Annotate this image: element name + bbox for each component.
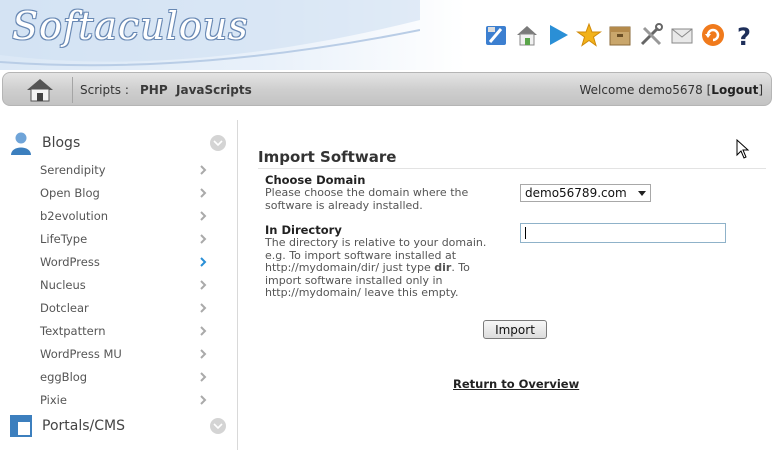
sidebar-item-b2evolution[interactable]: b2evolution <box>40 206 208 226</box>
chevron-right-icon <box>200 234 207 244</box>
help-icon[interactable]: ? <box>730 20 758 50</box>
sidebar-item-label: Nucleus <box>40 278 86 292</box>
top-toolbar: ? <box>482 20 758 50</box>
choose-domain-label: Choose Domain <box>265 173 366 187</box>
tools-icon[interactable] <box>482 20 510 50</box>
user-icon <box>11 132 31 155</box>
navigation-bar: Scripts : PHP JavaScripts Welcome demo56… <box>2 72 772 106</box>
sidebar-item-eggblog[interactable]: eggBlog <box>40 367 208 387</box>
directory-desc-text: . To <box>451 261 470 274</box>
chevron-right-icon <box>200 211 207 221</box>
mail-icon[interactable] <box>668 20 696 50</box>
chevron-right-icon <box>200 303 207 313</box>
domain-select-value: demo56789.com <box>525 186 627 200</box>
star-icon[interactable] <box>575 20 603 50</box>
box-icon[interactable] <box>606 20 634 50</box>
category-blogs[interactable]: Blogs <box>8 130 230 156</box>
window-icon <box>10 415 32 437</box>
chevron-right-icon <box>200 395 207 405</box>
category-label: Portals/CMS <box>42 418 125 434</box>
chevron-down-icon <box>638 191 646 196</box>
chevron-right-icon <box>200 280 207 290</box>
import-software-panel: Import Software Choose Domain Please cho… <box>258 148 768 391</box>
sidebar-item-label: b2evolution <box>40 209 109 223</box>
chevron-right-icon <box>200 165 207 175</box>
sidebar-item-label: WordPress <box>40 255 100 269</box>
chevron-right-icon <box>200 326 207 336</box>
collapse-icon[interactable] <box>210 135 226 151</box>
chevron-right-icon <box>200 349 207 359</box>
directory-input[interactable] <box>520 223 726 243</box>
category-portals-cms[interactable]: Portals/CMS <box>8 413 230 439</box>
sidebar: Blogs Serendipity Open Blog b2evolution … <box>0 120 238 450</box>
page-title: Import Software <box>258 148 766 169</box>
chevron-right-icon <box>200 188 207 198</box>
house-icon <box>27 78 53 101</box>
sidebar-item-wordpress[interactable]: WordPress <box>40 252 208 272</box>
wrench-screwdriver-icon[interactable] <box>637 20 665 50</box>
logout-link[interactable]: Logout <box>711 83 758 97</box>
sidebar-item-label: LifeType <box>40 232 88 246</box>
welcome-close-bracket: ] <box>758 83 763 97</box>
sidebar-item-label: Open Blog <box>40 186 100 200</box>
nav-link-php[interactable]: PHP <box>140 83 168 97</box>
directory-desc-line: http://mydomain/dir/ just type dir. To <box>265 261 505 275</box>
welcome-message: Welcome demo5678 [ <box>579 83 712 97</box>
sidebar-item-label: Dotclear <box>40 301 89 315</box>
sidebar-item-textpattern[interactable]: Textpattern <box>40 321 208 341</box>
domain-select[interactable]: demo56789.com <box>520 184 651 202</box>
in-directory-label: In Directory <box>265 223 342 237</box>
choose-domain-description: Please choose the domain where the softw… <box>265 186 469 212</box>
header: Softaculous ? <box>0 0 776 70</box>
chevron-right-active-icon <box>200 257 207 267</box>
refresh-icon[interactable] <box>699 20 727 50</box>
sidebar-item-wordpress-mu[interactable]: WordPress MU <box>40 344 208 364</box>
sidebar-item-serendipity[interactable]: Serendipity <box>40 160 208 180</box>
nav-link-javascripts[interactable]: JavaScripts <box>176 83 252 97</box>
nav-divider <box>72 77 73 103</box>
sidebar-item-nucleus[interactable]: Nucleus <box>40 275 208 295</box>
sidebar-item-lifetype[interactable]: LifeType <box>40 229 208 249</box>
collapse-icon[interactable] <box>210 418 226 434</box>
welcome-text: Welcome demo5678 [Logout] <box>580 83 763 97</box>
sidebar-item-pixie[interactable]: Pixie <box>40 390 208 410</box>
sidebar-item-label: WordPress MU <box>40 347 122 361</box>
category-label: Blogs <box>42 135 81 151</box>
scripts-label: Scripts : <box>80 83 129 97</box>
sidebar-item-label: Pixie <box>40 393 67 407</box>
sidebar-item-open-blog[interactable]: Open Blog <box>40 183 208 203</box>
directory-desc-bold: dir <box>434 261 452 274</box>
sidebar-item-label: Textpattern <box>40 324 106 338</box>
sidebar-item-dotclear[interactable]: Dotclear <box>40 298 208 318</box>
softaculous-logo[interactable]: Softaculous <box>12 4 249 48</box>
in-directory-description: The directory is relative to your domain… <box>265 236 505 300</box>
home-icon[interactable] <box>513 20 541 50</box>
return-to-overview-link[interactable]: Return to Overview <box>453 377 579 391</box>
chevron-right-icon <box>200 372 207 382</box>
svg-text:?: ? <box>737 23 751 48</box>
play-icon[interactable] <box>544 20 572 50</box>
mouse-cursor-icon <box>736 139 750 159</box>
sidebar-item-label: Serendipity <box>40 163 106 177</box>
directory-desc-line: The directory is relative to your domain… <box>265 236 487 249</box>
sidebar-item-label: eggBlog <box>40 370 88 384</box>
text-caret <box>525 227 526 239</box>
import-button[interactable]: Import <box>483 320 547 339</box>
directory-desc-line: http://mydomain/ leave this empty. <box>265 286 459 299</box>
home-button[interactable] <box>21 76 59 103</box>
directory-desc-text: http://mydomain/dir/ just type <box>265 261 435 274</box>
